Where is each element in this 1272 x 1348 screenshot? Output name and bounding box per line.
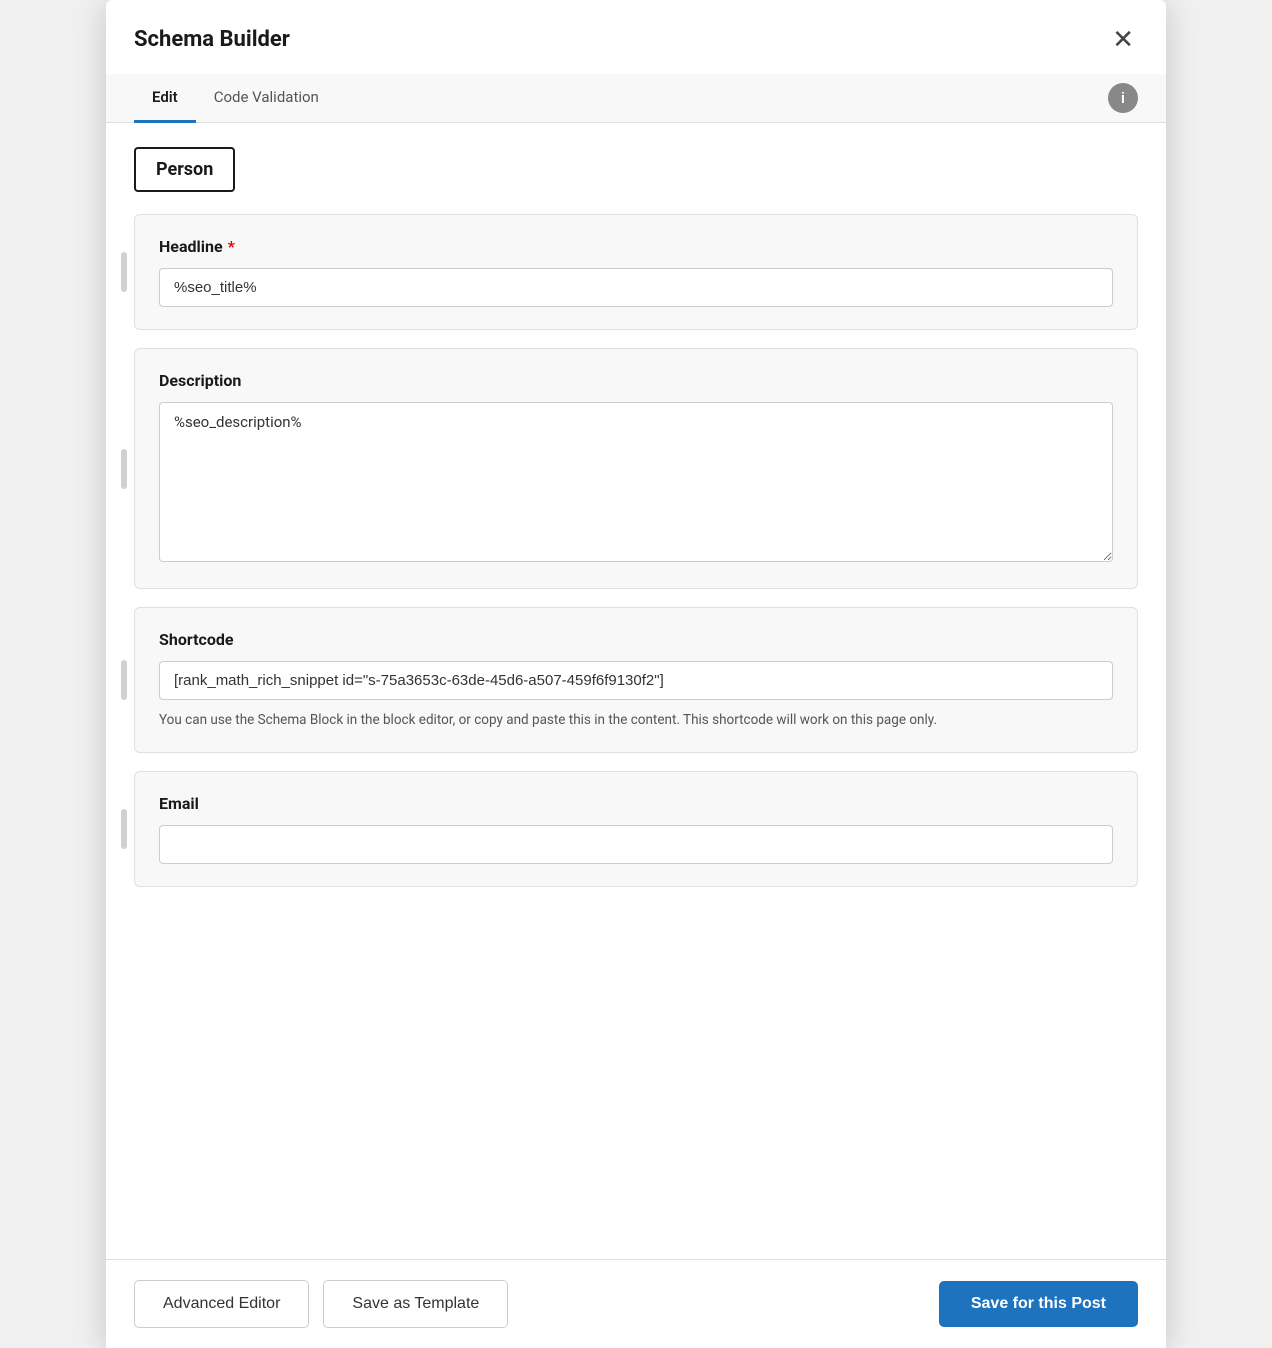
- field-section-headline: Headline *: [134, 214, 1138, 330]
- close-button[interactable]: ✕: [1108, 22, 1138, 56]
- modal-footer: Advanced Editor Save as Template Save fo…: [106, 1259, 1166, 1348]
- headline-input[interactable]: [159, 268, 1113, 307]
- tabs-list: Edit Code Validation: [134, 74, 337, 122]
- advanced-editor-button[interactable]: Advanced Editor: [134, 1280, 309, 1328]
- modal-content: Person Headline * Description %seo_descr…: [106, 123, 1166, 1259]
- close-icon: ✕: [1112, 26, 1134, 52]
- save-as-template-button[interactable]: Save as Template: [323, 1280, 508, 1328]
- field-section-shortcode: Shortcode You can use the Schema Block i…: [134, 607, 1138, 753]
- modal-header: Schema Builder ✕: [106, 0, 1166, 74]
- email-input[interactable]: [159, 825, 1113, 864]
- description-label: Description: [159, 371, 1113, 390]
- shortcode-input[interactable]: [159, 661, 1113, 700]
- description-textarea[interactable]: %seo_description%: [159, 402, 1113, 562]
- tab-edit[interactable]: Edit: [134, 74, 196, 123]
- shortcode-label: Shortcode: [159, 630, 1113, 649]
- email-label: Email: [159, 794, 1113, 813]
- tab-code-validation[interactable]: Code Validation: [196, 74, 337, 123]
- tabs-bar: Edit Code Validation i: [106, 74, 1166, 123]
- headline-label: Headline *: [159, 237, 1113, 256]
- modal-title: Schema Builder: [134, 27, 290, 52]
- required-indicator: *: [228, 237, 235, 256]
- field-section-email: Email: [134, 771, 1138, 887]
- footer-left-actions: Advanced Editor Save as Template: [134, 1280, 508, 1328]
- info-icon: i: [1121, 90, 1125, 107]
- field-section-description: Description %seo_description%: [134, 348, 1138, 589]
- schema-type-badge: Person: [134, 147, 235, 192]
- info-button[interactable]: i: [1108, 83, 1138, 113]
- save-for-post-button[interactable]: Save for this Post: [939, 1281, 1138, 1327]
- shortcode-hint: You can use the Schema Block in the bloc…: [159, 710, 1113, 730]
- schema-builder-modal: Schema Builder ✕ Edit Code Validation i …: [106, 0, 1166, 1348]
